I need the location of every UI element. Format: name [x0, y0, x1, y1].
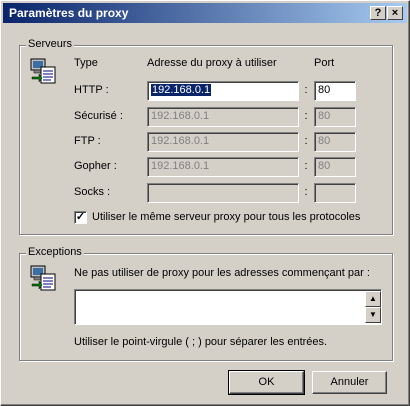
http-label: HTTP : — [74, 84, 109, 96]
secure-colon: : — [304, 110, 308, 122]
col-port-header: Port — [314, 57, 335, 69]
secure-port-input[interactable]: 80 — [314, 107, 356, 127]
ftp-colon: : — [304, 135, 308, 147]
servers-legend: Serveurs — [26, 38, 75, 50]
scroll-up-icon[interactable]: ▲ — [365, 291, 381, 307]
exceptions-note: Utiliser le point-virgule ( ; ) pour sép… — [74, 336, 328, 348]
socks-address-input[interactable] — [147, 183, 299, 203]
socks-label: Socks : — [74, 186, 111, 198]
exceptions-legend: Exceptions — [26, 246, 84, 258]
exceptions-textarea[interactable] — [74, 289, 382, 325]
http-address-input[interactable]: 192.168.0.1 — [147, 81, 299, 101]
close-button[interactable]: × — [387, 6, 403, 20]
ftp-port-input[interactable]: 80 — [314, 132, 356, 152]
gopher-colon: : — [304, 160, 308, 172]
exceptions-description: Ne pas utiliser de proxy pour les adress… — [74, 267, 370, 279]
socks-colon: : — [304, 186, 308, 198]
network-computer-icon — [30, 265, 56, 291]
col-type-header: Type — [74, 57, 98, 69]
secure-address-input[interactable]: 192.168.0.1 — [147, 107, 299, 127]
title-bar: Paramètres du proxy ? × — [3, 3, 407, 23]
col-address-header: Adresse du proxy à utiliser — [147, 57, 277, 69]
http-colon: : — [304, 84, 308, 96]
http-port-input[interactable]: 80 — [314, 81, 356, 101]
network-computer-icon — [30, 58, 56, 84]
same-proxy-label[interactable]: Utiliser le même serveur proxy pour tous… — [92, 211, 360, 223]
socks-port-input[interactable] — [314, 183, 356, 203]
gopher-address-input[interactable]: 192.168.0.1 — [147, 157, 299, 177]
ok-button[interactable]: OK — [228, 370, 305, 395]
http-address-value: 192.168.0.1 — [151, 84, 212, 96]
help-button[interactable]: ? — [370, 6, 386, 20]
window-title: Paramètres du proxy — [9, 6, 129, 20]
secure-label: Sécurisé : — [74, 110, 123, 122]
ftp-address-input[interactable]: 192.168.0.1 — [147, 132, 299, 152]
gopher-label: Gopher : — [74, 160, 117, 172]
ftp-label: FTP : — [74, 135, 101, 147]
scroll-down-icon[interactable]: ▼ — [365, 307, 381, 323]
exceptions-scrollbar[interactable]: ▲ ▼ — [365, 291, 381, 323]
proxy-settings-dialog: Paramètres du proxy ? × Serveurs Type Ad… — [0, 0, 410, 406]
gopher-port-input[interactable]: 80 — [314, 157, 356, 177]
cancel-button[interactable]: Annuler — [312, 371, 387, 394]
same-proxy-checkbox[interactable]: ✓ — [74, 211, 87, 224]
